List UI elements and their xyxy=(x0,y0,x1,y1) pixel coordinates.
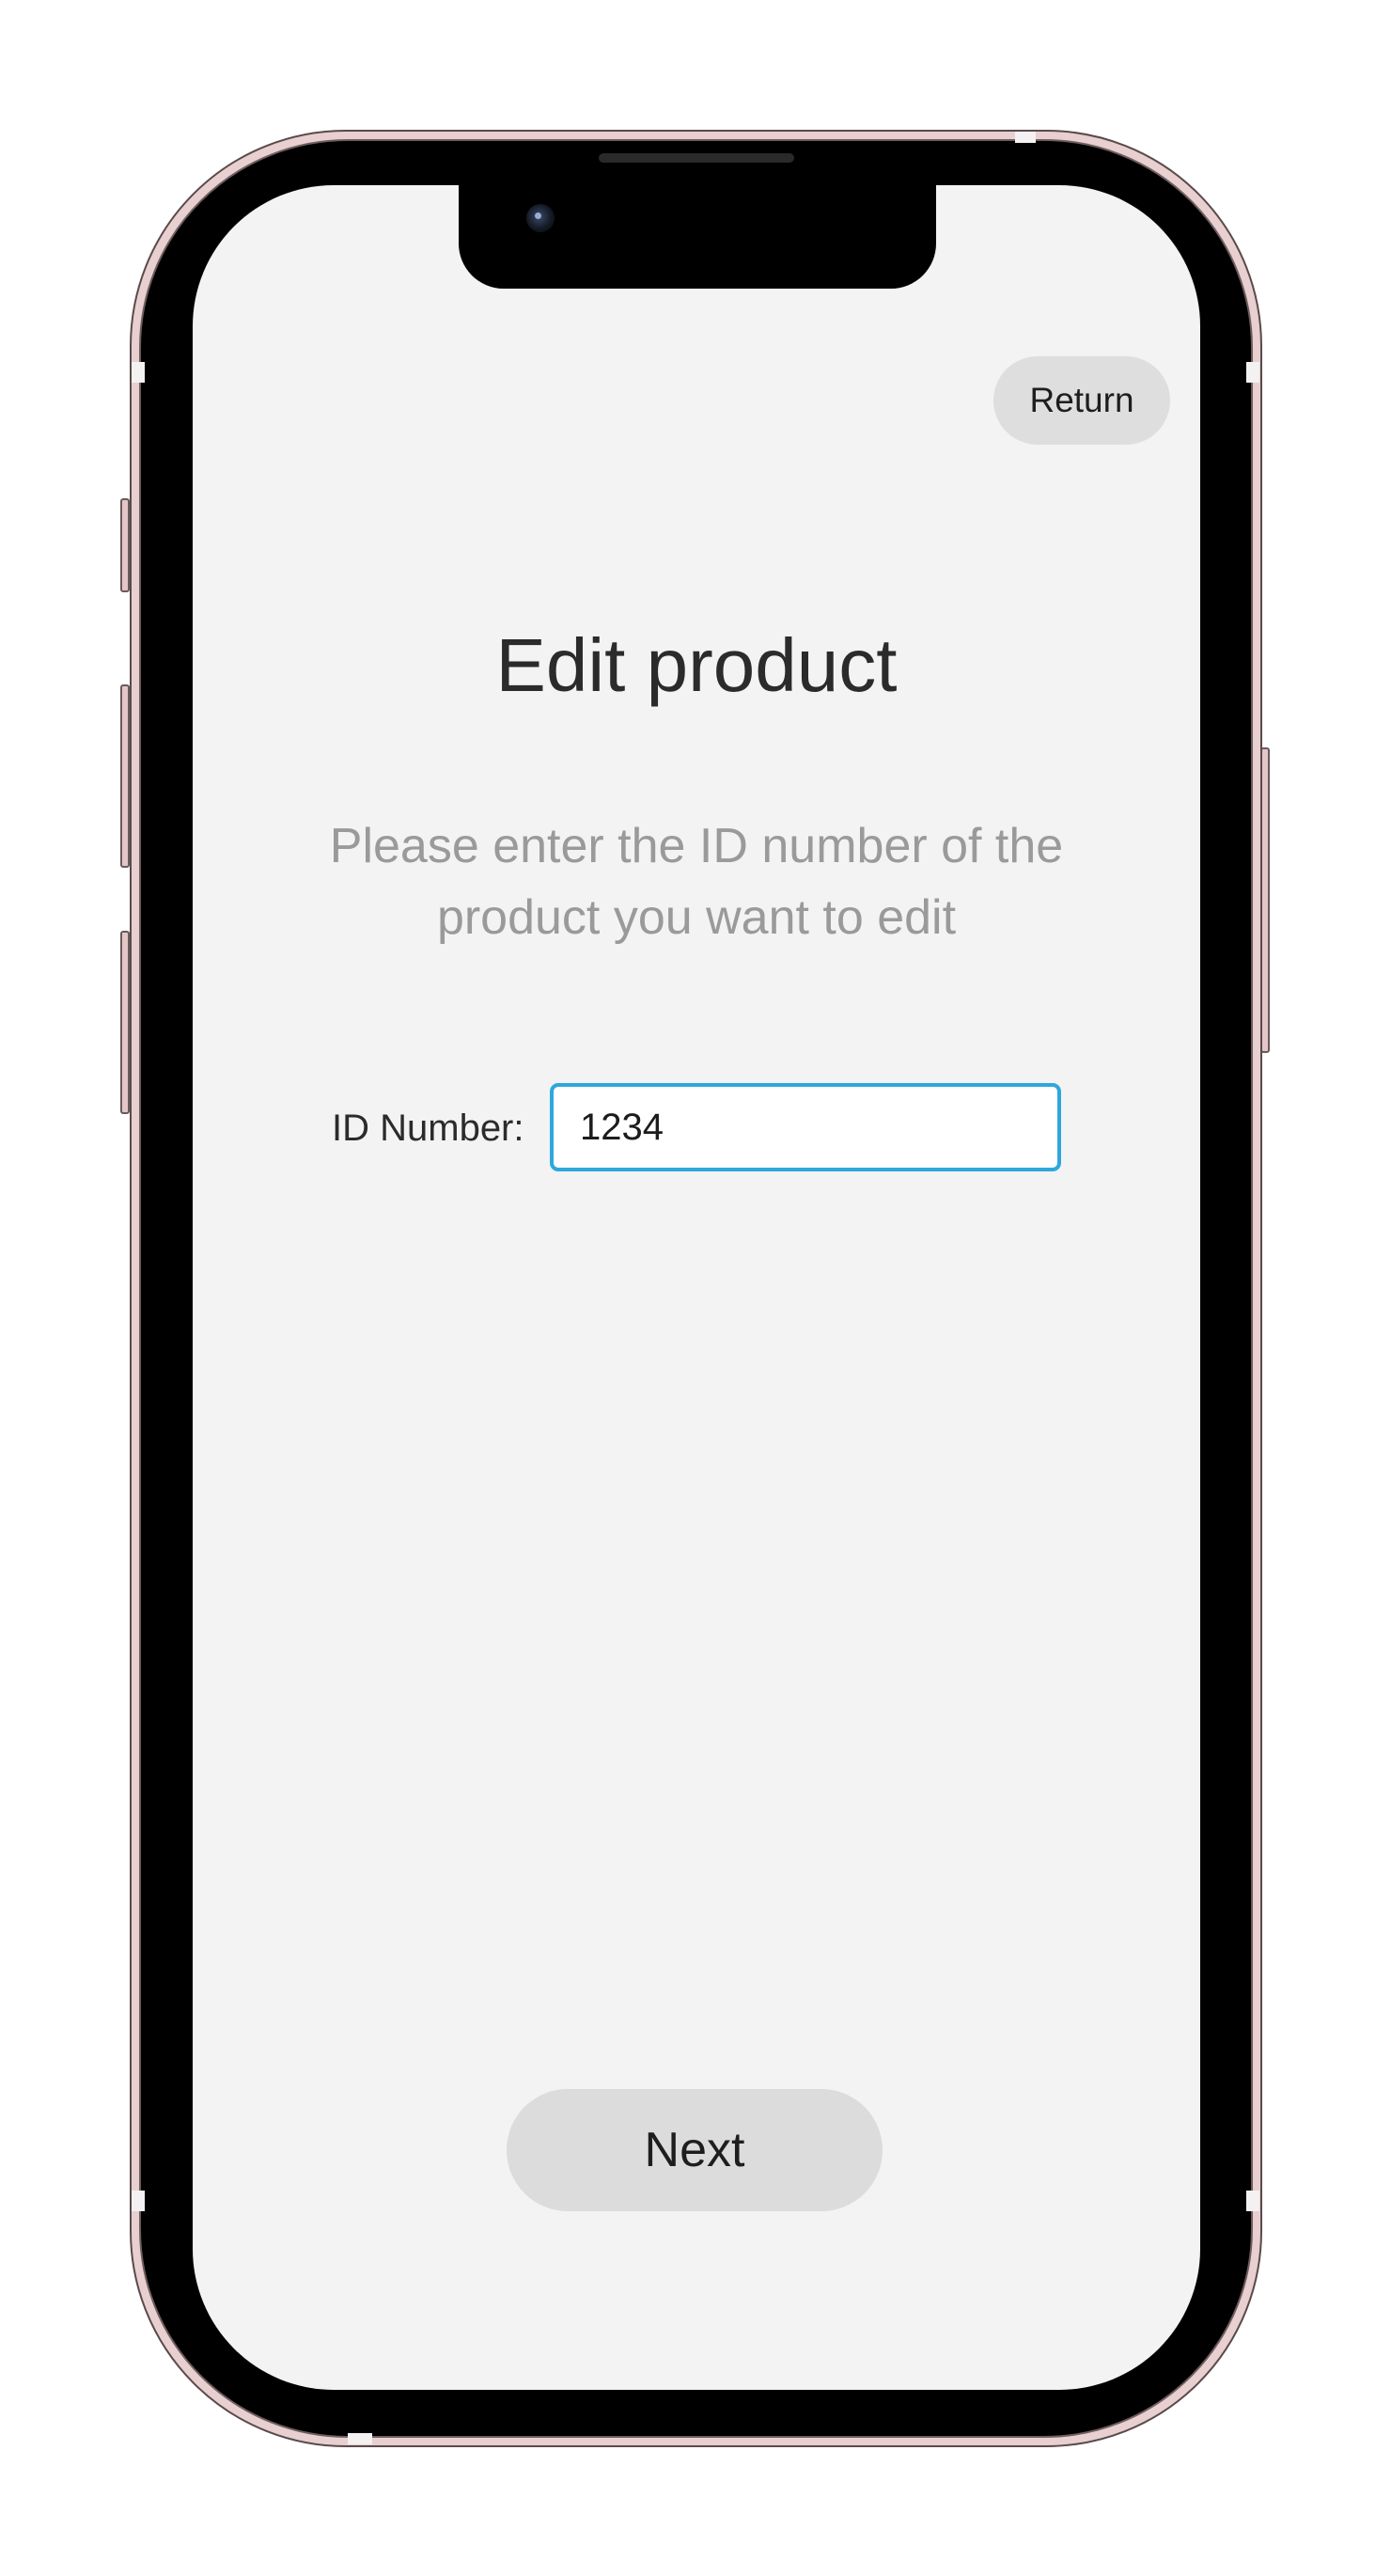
volume-up-button xyxy=(120,684,130,868)
instruction-text: Please enter the ID number of the produc… xyxy=(329,819,1064,945)
device-mockup: Return Edit product Please enter the ID … xyxy=(0,0,1391,2576)
app-screen: Return Edit product Please enter the ID … xyxy=(193,185,1200,2390)
id-number-input[interactable] xyxy=(550,1083,1061,1171)
notch xyxy=(459,185,936,289)
antenna-band xyxy=(132,2191,145,2211)
volume-down-button xyxy=(120,931,130,1114)
antenna-band xyxy=(1246,2191,1259,2211)
front-camera-icon xyxy=(526,204,555,232)
page-title: Edit product xyxy=(495,623,898,707)
next-button[interactable]: Next xyxy=(507,2089,883,2211)
antenna-band xyxy=(348,2433,372,2444)
antenna-band xyxy=(1015,132,1036,143)
earpiece-speaker xyxy=(599,153,794,163)
id-number-label: ID Number: xyxy=(332,1107,524,1149)
id-number-row: ID Number: xyxy=(193,1083,1200,1173)
antenna-band xyxy=(1246,362,1259,383)
return-button[interactable]: Return xyxy=(993,356,1170,445)
action-button xyxy=(120,498,130,592)
antenna-band xyxy=(132,362,145,383)
